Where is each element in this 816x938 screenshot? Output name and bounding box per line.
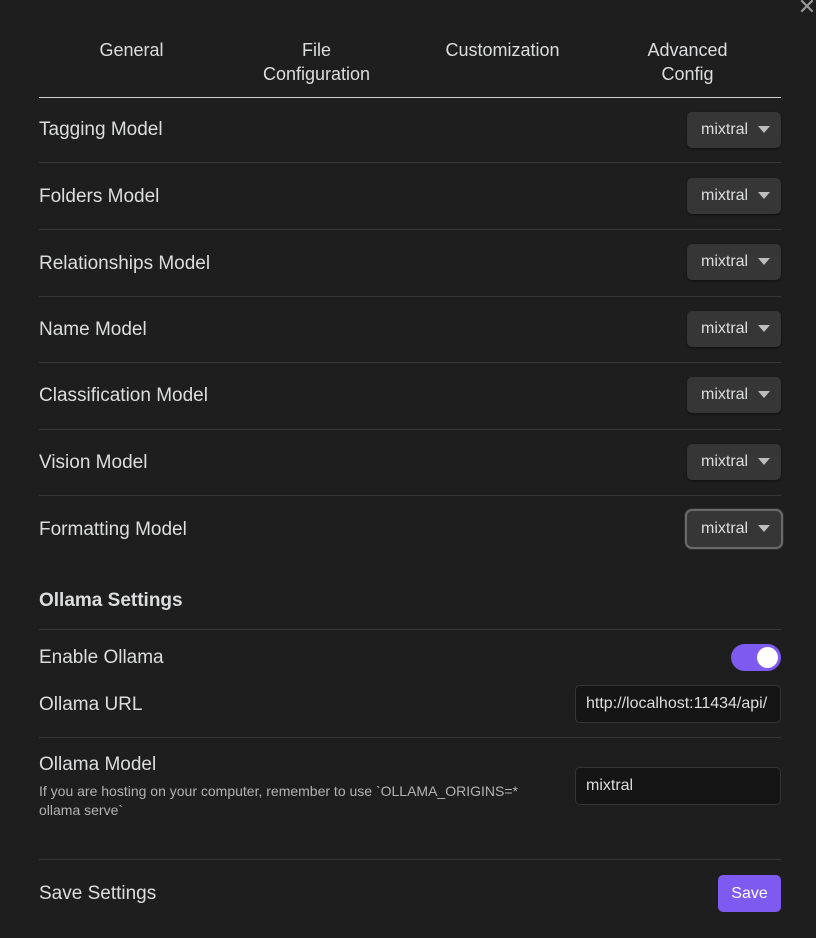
divider <box>39 737 781 738</box>
enable-ollama-toggle[interactable] <box>731 644 781 671</box>
ollama-model-description: If you are hosting on your computer, rem… <box>39 783 518 818</box>
ollama-model-label: Ollama Model <box>39 754 157 775</box>
name-model-label: Name Model <box>39 319 147 340</box>
divider <box>39 859 781 860</box>
toggle-knob <box>757 647 778 668</box>
name-model-dropdown[interactable]: mixtral <box>687 311 781 347</box>
chevron-down-icon <box>758 391 770 398</box>
tab-label: General <box>99 40 164 60</box>
tab-label: File <box>301 40 331 60</box>
divider <box>39 629 781 630</box>
tab-advanced-config[interactable]: Advanced Config <box>595 38 780 86</box>
tab-label: Customization <box>445 40 560 60</box>
formatting-model-row: Formatting Model mixtral <box>39 496 781 562</box>
dropdown-value: mixtral <box>701 386 749 403</box>
formatting-model-label: Formatting Model <box>39 519 187 540</box>
vision-model-row: Vision Model mixtral <box>39 430 781 496</box>
relationships-model-dropdown[interactable]: mixtral <box>687 244 781 280</box>
ollama-model-input[interactable]: mixtral <box>575 767 781 805</box>
tagging-model-row: Tagging Model mixtral <box>39 98 781 163</box>
classification-model-dropdown[interactable]: mixtral <box>687 377 781 413</box>
save-button[interactable]: Save <box>718 875 781 912</box>
classification-model-label: Classification Model <box>39 385 208 406</box>
tab-label-line2: Configuration <box>262 64 371 84</box>
folders-model-label: Folders Model <box>39 186 160 207</box>
enable-ollama-label: Enable Ollama <box>39 647 164 668</box>
chevron-down-icon <box>758 458 770 465</box>
vision-model-label: Vision Model <box>39 452 148 473</box>
dropdown-value: mixtral <box>701 187 749 204</box>
name-model-row: Name Model mixtral <box>39 297 781 363</box>
chevron-down-icon <box>758 525 770 532</box>
tab-customization[interactable]: Customization <box>410 38 595 62</box>
chevron-down-icon <box>758 258 770 265</box>
ollama-url-label: Ollama URL <box>39 694 143 715</box>
dropdown-value: mixtral <box>701 520 749 537</box>
tagging-model-dropdown[interactable]: mixtral <box>687 112 781 148</box>
dropdown-value: mixtral <box>701 121 749 138</box>
settings-tabs: General File Configuration Customization… <box>39 38 781 98</box>
tab-file-configuration[interactable]: File Configuration <box>224 38 409 86</box>
tagging-model-label: Tagging Model <box>39 119 163 140</box>
relationships-model-row: Relationships Model mixtral <box>39 230 781 297</box>
tab-label-line2: Config <box>661 64 714 84</box>
tab-label: Advanced <box>647 40 728 60</box>
folders-model-dropdown[interactable]: mixtral <box>687 178 781 214</box>
chevron-down-icon <box>758 126 770 133</box>
dropdown-value: mixtral <box>701 320 749 337</box>
ollama-settings-heading: Ollama Settings <box>39 590 183 611</box>
chevron-down-icon <box>758 192 770 199</box>
dropdown-value: mixtral <box>701 253 749 270</box>
save-settings-label: Save Settings <box>39 883 157 904</box>
vision-model-dropdown[interactable]: mixtral <box>687 444 781 480</box>
chevron-down-icon <box>758 325 770 332</box>
classification-model-row: Classification Model mixtral <box>39 363 781 430</box>
relationships-model-label: Relationships Model <box>39 253 211 274</box>
dropdown-value: mixtral <box>701 453 749 470</box>
tab-general[interactable]: General <box>39 38 224 62</box>
formatting-model-dropdown[interactable]: mixtral <box>687 511 781 547</box>
ollama-url-input[interactable]: http://localhost:11434/api/ <box>575 685 781 723</box>
folders-model-row: Folders Model mixtral <box>39 163 781 230</box>
close-icon[interactable]: ✕ <box>796 0 816 20</box>
